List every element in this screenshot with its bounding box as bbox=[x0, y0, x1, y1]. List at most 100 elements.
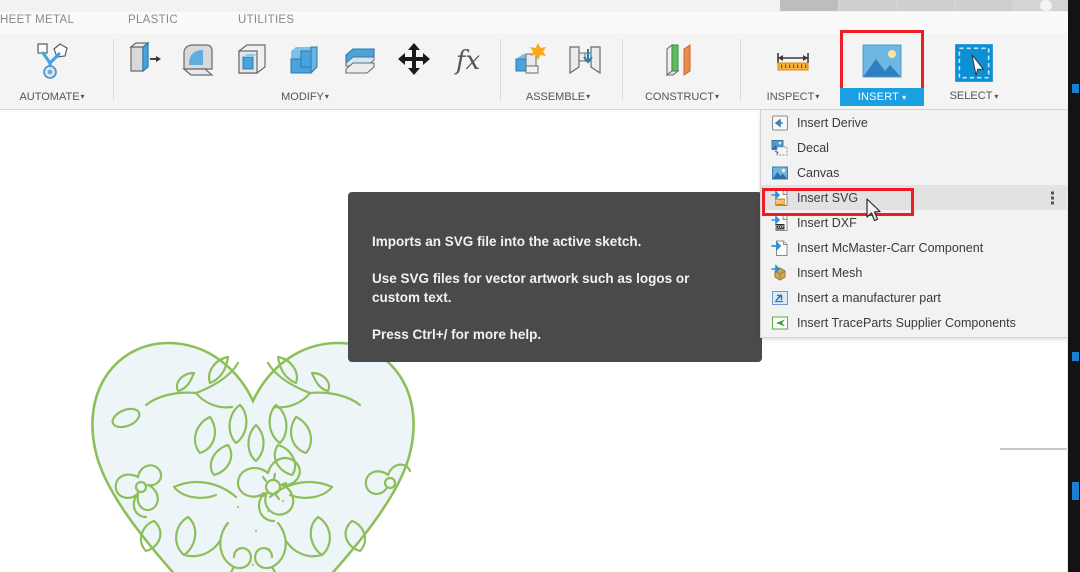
tool-move-copy[interactable] bbox=[388, 37, 440, 87]
menu-item-insert-derive[interactable]: Insert Derive bbox=[761, 110, 1067, 135]
new-component-icon bbox=[515, 43, 546, 74]
fx-parameters-icon: fx bbox=[454, 46, 481, 76]
tool-combine[interactable] bbox=[280, 37, 332, 87]
automate-icon bbox=[37, 43, 68, 79]
panel-label-automate[interactable]: AUTOMATE▾ bbox=[4, 91, 100, 103]
menu-item-overflow-icon[interactable] bbox=[1051, 189, 1055, 206]
tool-change-parameters[interactable]: fx bbox=[442, 37, 494, 87]
svg-text:SVG: SVG bbox=[775, 199, 785, 205]
tooltip-line-1: Imports an SVG file into the active sket… bbox=[372, 234, 642, 249]
press-pull-icon bbox=[129, 41, 161, 73]
combine-icon bbox=[290, 46, 318, 75]
menu-item-label: Decal bbox=[797, 140, 829, 155]
tool-offset-face[interactable] bbox=[334, 37, 386, 87]
menu-item-decal[interactable]: Decal bbox=[761, 135, 1067, 160]
panel-label-inspect[interactable]: INSPECT▾ bbox=[752, 91, 834, 103]
menu-item-canvas[interactable]: Canvas bbox=[761, 160, 1067, 185]
tool-joint[interactable] bbox=[559, 37, 611, 87]
tooltip-line-3: Press Ctrl+/ for more help. bbox=[372, 327, 542, 342]
panel-label-assemble-text: ASSEMBLE bbox=[525, 91, 586, 103]
insert-label-text: INSERT bbox=[857, 91, 900, 103]
menu-item-insert-dxf[interactable]: DXF Insert DXF bbox=[761, 210, 1067, 235]
fusion360-window: HEET METAL PLASTIC UTILITIES AUTOMATE▾ f… bbox=[0, 0, 1080, 572]
insert-mesh-icon bbox=[771, 263, 789, 282]
chevron-down-icon: ▾ bbox=[815, 92, 820, 101]
menu-item-mcmaster-carr[interactable]: Insert McMaster-Carr Component bbox=[761, 235, 1067, 260]
right-panel-accent-2[interactable] bbox=[1072, 352, 1079, 361]
canvas-icon bbox=[771, 164, 789, 182]
browser-tab-4[interactable] bbox=[956, 0, 1012, 11]
menu-item-label: Canvas bbox=[797, 165, 840, 180]
browser-tab-active[interactable] bbox=[780, 0, 838, 11]
svg-text:DXF: DXF bbox=[775, 224, 785, 230]
chevron-down-icon: ▾ bbox=[715, 92, 720, 101]
offset-face-icon bbox=[345, 48, 375, 74]
tool-press-pull[interactable] bbox=[118, 37, 170, 87]
shell-icon bbox=[238, 44, 266, 74]
move-arrows-icon bbox=[398, 43, 430, 75]
ribbon-divider-2 bbox=[500, 39, 501, 101]
select-cursor-icon bbox=[955, 44, 993, 82]
menu-item-label: Insert a manufacturer part bbox=[797, 290, 941, 305]
heart-artwork-svg bbox=[91, 341, 415, 572]
menu-item-manufacturer-part[interactable]: Insert a manufacturer part bbox=[761, 285, 1067, 310]
insert-derive-icon bbox=[771, 114, 789, 132]
panel-label-modify[interactable]: MODIFY▾ bbox=[215, 91, 395, 103]
floral-heart-sketch[interactable] bbox=[78, 325, 428, 572]
select-button-label[interactable]: SELECT ▾ bbox=[934, 90, 1014, 102]
tool-automate[interactable] bbox=[25, 37, 77, 87]
menu-item-traceparts[interactable]: Insert TraceParts Supplier Components bbox=[761, 310, 1067, 335]
menu-item-label: Insert SVG bbox=[797, 190, 859, 205]
fillet-icon bbox=[182, 44, 214, 76]
menu-item-insert-svg[interactable]: SVG Insert SVG bbox=[761, 185, 1067, 210]
svg-text:fx: fx bbox=[454, 46, 481, 76]
mcmaster-carr-icon bbox=[771, 239, 789, 257]
chevron-down-icon: ▾ bbox=[902, 93, 907, 102]
insert-image-icon bbox=[862, 44, 902, 78]
ribbon-tab-utilities[interactable]: UTILITIES bbox=[238, 14, 294, 26]
tool-shell[interactable] bbox=[226, 37, 278, 87]
right-panel-accent-3[interactable] bbox=[1072, 482, 1079, 500]
tool-new-component[interactable] bbox=[505, 37, 557, 87]
tool-select[interactable] bbox=[948, 39, 1000, 89]
browser-tab-strip bbox=[780, 0, 1068, 11]
insert-dxf-icon: DXF bbox=[771, 214, 789, 232]
traceparts-icon bbox=[771, 314, 789, 332]
browser-tab-3[interactable] bbox=[898, 0, 954, 11]
ribbon-tab-plastic[interactable]: PLASTIC bbox=[128, 14, 178, 26]
browser-tab-2[interactable] bbox=[840, 0, 896, 11]
panel-label-construct[interactable]: CONSTRUCT▾ bbox=[630, 91, 734, 103]
ribbon-divider-1 bbox=[113, 39, 114, 101]
decal-icon bbox=[771, 139, 789, 157]
manufacturer-part-icon bbox=[771, 289, 789, 307]
tool-construct-plane[interactable] bbox=[655, 37, 707, 87]
panel-label-construct-text: CONSTRUCT bbox=[644, 91, 715, 103]
right-panel-accent-1[interactable] bbox=[1072, 84, 1079, 93]
tool-fillet[interactable] bbox=[172, 37, 224, 87]
menu-item-label: Insert McMaster-Carr Component bbox=[797, 240, 984, 255]
ribbon-divider-4 bbox=[740, 39, 741, 101]
mouse-pointer bbox=[866, 198, 881, 222]
insert-svg-tooltip: Imports an SVG file into the active sket… bbox=[348, 192, 762, 362]
tooltip-line-2: Use SVG files for vector artwork such as… bbox=[372, 271, 690, 305]
chevron-down-icon: ▾ bbox=[80, 92, 85, 101]
chevron-down-icon: ▾ bbox=[324, 92, 329, 101]
menu-item-label: Insert Mesh bbox=[797, 265, 863, 280]
panel-label-assemble[interactable]: ASSEMBLE▾ bbox=[508, 91, 608, 103]
profile-avatar[interactable] bbox=[1040, 0, 1052, 11]
insert-dropdown-menu[interactable]: Insert Derive Decal Canvas SVG Insert SV… bbox=[760, 110, 1068, 338]
canvas-seam bbox=[1000, 448, 1068, 450]
tool-measure[interactable] bbox=[767, 37, 819, 87]
ribbon-tab-sheet-metal[interactable]: HEET METAL bbox=[0, 14, 74, 26]
panel-label-inspect-text: INSPECT bbox=[766, 91, 815, 103]
insert-button-label[interactable]: INSERT ▾ bbox=[840, 88, 924, 106]
construct-plane-icon bbox=[665, 43, 691, 77]
ribbon-divider-3 bbox=[622, 39, 623, 101]
window-chrome-strip bbox=[0, 0, 1080, 12]
insert-svg-icon: SVG bbox=[771, 189, 789, 207]
panel-label-modify-text: MODIFY bbox=[281, 91, 324, 103]
menu-item-insert-mesh[interactable]: Insert Mesh bbox=[761, 260, 1067, 285]
right-side-panel[interactable] bbox=[1068, 0, 1080, 572]
menu-item-label: Insert Derive bbox=[797, 115, 868, 130]
panel-label-automate-text: AUTOMATE bbox=[19, 91, 80, 103]
